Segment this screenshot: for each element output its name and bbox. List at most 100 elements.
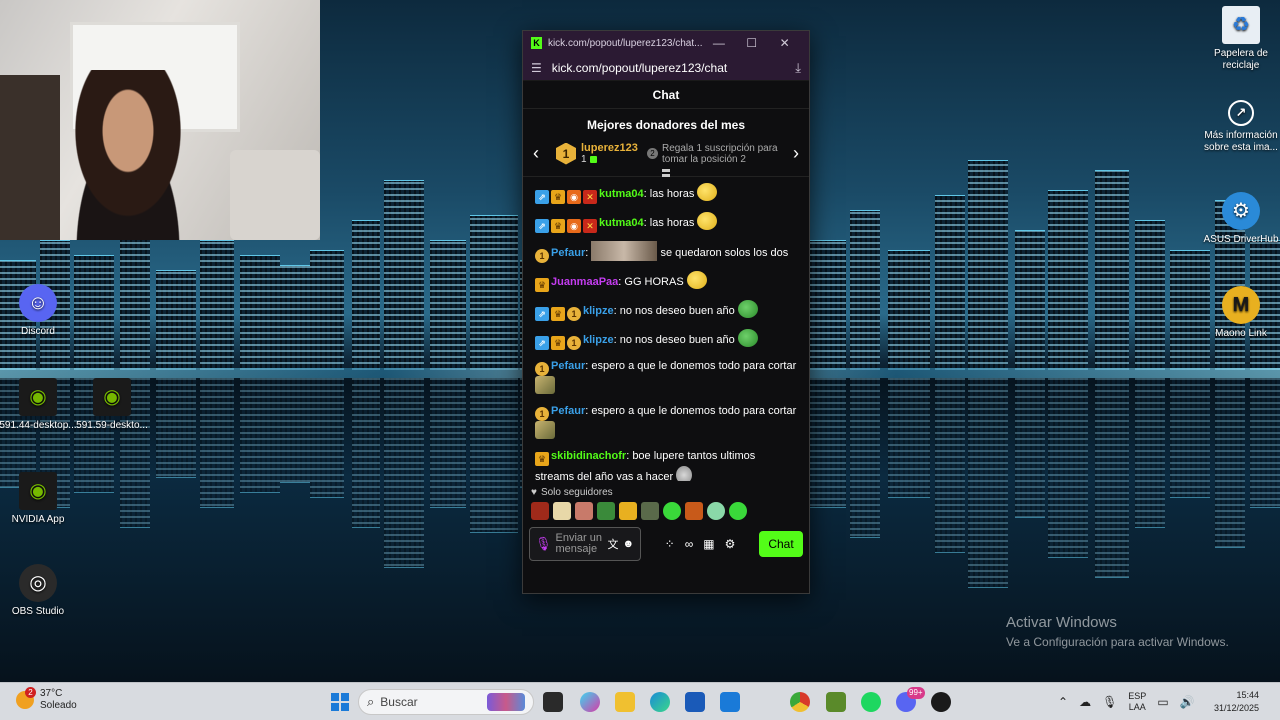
system-tray: ⌃ ☁ 🎙 ESP LAA ▭ 🔊 [1058, 683, 1195, 720]
quick-emote[interactable] [685, 502, 703, 520]
chat-username[interactable]: skibidinachofr [551, 450, 626, 462]
chat-username[interactable]: klipze [583, 334, 614, 346]
skyline-building [384, 180, 424, 370]
chat-username[interactable]: Pefaur [551, 360, 585, 372]
chat-message[interactable]: 1 Pefaur: espero a que le donemos todo pa… [535, 358, 797, 395]
chevron-right-icon[interactable]: › [781, 143, 799, 164]
quick-emote[interactable] [729, 502, 747, 520]
store-icon[interactable]: ▦ [703, 537, 714, 551]
nvidia-icon: ◉ [93, 378, 131, 416]
desktop-icon-nvidia-driver-2[interactable]: ◉ 591.59-deskto... [72, 378, 152, 432]
desktop-icon-recycle-bin[interactable]: ♻ Papelera de reciclaje [1201, 6, 1280, 72]
followers-only-label: Solo seguidores [540, 486, 613, 498]
crown-badge-icon: ♛ [535, 278, 549, 292]
chat-message[interactable]: ⇗ ♛ 1 klipze: no nos deseo buen año [535, 329, 797, 350]
clock[interactable]: 15:44 31/12/2025 [1214, 689, 1259, 715]
taskbar-search[interactable]: ⌕ Buscar [358, 689, 534, 715]
download-icon[interactable]: ⤓ [795, 60, 801, 76]
top-donor[interactable]: luperez123 1 [581, 142, 647, 165]
desktop-icon-asus[interactable]: ⚙ ASUS DriverHub [1201, 192, 1280, 246]
spotify-icon[interactable] [861, 692, 881, 712]
chat-message[interactable]: 1 Pefaur: se quedaron solos los dos [535, 241, 797, 263]
site-settings-icon[interactable]: ☰ [531, 61, 542, 75]
start-button[interactable] [331, 693, 349, 711]
desktop-icon-nvidia-driver-1[interactable]: ◉ 591.44-desktop... [0, 378, 78, 432]
outlook-icon[interactable] [720, 692, 740, 712]
microphone-icon[interactable]: 🎙 [535, 536, 552, 552]
quick-emote[interactable] [531, 502, 549, 520]
desktop-icon-label: 591.59-deskto... [76, 420, 148, 431]
skyline-building [810, 240, 846, 370]
discord-taskbar-icon[interactable]: 99+ [896, 687, 925, 712]
close-button[interactable]: ✕ [768, 36, 801, 50]
chat-message[interactable]: ⇗ ♛ ◉ ✕ kutma04: las horas [535, 183, 797, 204]
quick-emote[interactable] [707, 502, 725, 520]
cta-text: Regala 1 suscripción para tomar la posic… [662, 142, 778, 165]
chat-username[interactable]: JuanmaaPaa [551, 276, 618, 288]
chat-input-placeholder[interactable]: Enviar un mensaje [556, 533, 604, 555]
skyline-building [850, 210, 880, 370]
desktop-icon-maono[interactable]: M Maono Link [1201, 286, 1280, 340]
send-chat-button[interactable]: Chat [759, 531, 803, 557]
top-donors-title: Mejores donadores del mes [586, 118, 746, 132]
chat-message[interactable]: ⇗ ♛ 1 klipze: no nos deseo buen año [535, 300, 797, 321]
collapse-pinned-icon[interactable]: 〓 [523, 170, 809, 181]
search-highlight-image [487, 693, 525, 711]
copilot-icon[interactable] [580, 692, 600, 712]
minimize-button[interactable]: — [702, 36, 735, 50]
quick-emote[interactable] [619, 502, 637, 520]
chat-message[interactable]: ♛ JuanmaaPaa: GG HORAS [535, 271, 797, 292]
chat-emote [737, 300, 758, 318]
chat-message[interactable]: 1 Pefaur: espero a que le donemos todo pa… [535, 403, 797, 440]
chat-username[interactable]: kutma04 [599, 217, 644, 229]
onedrive-icon[interactable]: ☁ [1079, 695, 1091, 709]
minecraft-icon[interactable] [826, 692, 846, 712]
chat-message[interactable]: ⇗ ♛ ◉ ✕ kutma04: las horas [535, 212, 797, 233]
chat-username[interactable]: Pefaur [551, 405, 585, 417]
edge-icon[interactable] [650, 692, 670, 712]
desktop-icon-nvidia-app[interactable]: ◉ NVIDIA App [0, 472, 78, 526]
file-explorer-icon[interactable] [615, 692, 635, 712]
skyline-building [1015, 230, 1045, 370]
quick-emote[interactable] [641, 502, 659, 520]
gold-badge-icon: 1 [567, 307, 581, 321]
infinity-icon[interactable]: ∞ [685, 537, 694, 551]
store-app-icon[interactable] [685, 692, 705, 712]
quick-emote[interactable] [553, 502, 571, 520]
desktop-icon-obs[interactable]: ◎ OBS Studio [0, 564, 78, 618]
chat-text: espero a que le donemos todo para cortar [591, 360, 797, 372]
kicks-icon[interactable]: ⁘ [665, 537, 675, 551]
translate-icon[interactable]: 文 [608, 536, 619, 552]
microphone-tray-icon[interactable]: 🎙 [1102, 695, 1117, 709]
url-text[interactable]: kick.com/popout/luperez123/chat [552, 61, 795, 75]
chevron-left-icon[interactable]: ‹ [533, 143, 551, 164]
quick-emote[interactable] [663, 502, 681, 520]
chat-tools: ⁘ ∞ ▦ ⚙ [647, 537, 753, 551]
settings-gear-icon[interactable]: ⚙ [725, 537, 736, 551]
emoji-icon[interactable]: ☻ [623, 538, 635, 550]
network-icon[interactable]: ▭ [1157, 695, 1168, 709]
chat-username[interactable]: kutma04 [599, 188, 644, 200]
weather-widget[interactable]: 2 37°C Soleado [16, 687, 77, 712]
task-view-icon[interactable] [543, 692, 563, 712]
chat-input[interactable]: 🎙 Enviar un mensaje 文 ☻ [529, 527, 641, 561]
chevron-up-icon[interactable]: ⌃ [1058, 695, 1068, 709]
desktop-icon-discord[interactable]: ☺ Discord [0, 284, 78, 338]
quick-emote[interactable] [575, 502, 593, 520]
volume-icon[interactable]: 🔊 [1180, 695, 1195, 709]
search-icon: ⌕ [367, 694, 375, 709]
temperature: 37°C [40, 688, 63, 699]
desktop-icon-info[interactable]: ↗ Más información sobre esta ima... [1201, 100, 1280, 154]
skyline-building [1215, 378, 1245, 548]
chat-username[interactable]: Pefaur [551, 247, 585, 259]
chrome-icon[interactable] [790, 692, 810, 712]
red-badge-icon: ✕ [583, 219, 597, 233]
language-indicator[interactable]: ESP LAA [1128, 691, 1146, 713]
quick-emote[interactable] [597, 502, 615, 520]
maximize-button[interactable]: ☐ [735, 36, 768, 50]
chat-emote [686, 271, 707, 289]
skyline-building [156, 378, 196, 478]
obs-taskbar-icon[interactable] [931, 692, 951, 712]
chat-message[interactable]: ♛ skibidinachofr: boe lupere tantos ultim… [535, 448, 797, 481]
chat-username[interactable]: klipze [583, 305, 614, 317]
